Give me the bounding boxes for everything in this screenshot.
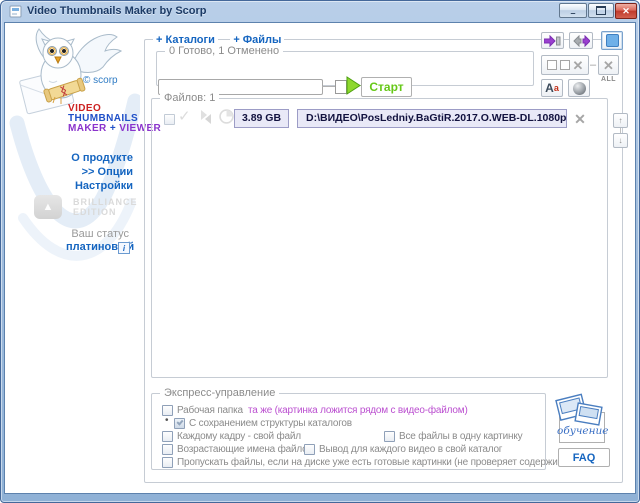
skip-existing-checkbox[interactable] <box>162 457 173 468</box>
font-settings-button[interactable]: Aa <box>541 79 563 97</box>
output-per-video-label: Вывод для каждого видео в свой каталог <box>319 444 502 456</box>
exchange-list-button[interactable] <box>569 32 593 49</box>
app-icon <box>9 5 22 18</box>
window-title: Video Thumbnails Maker by Scorp <box>27 5 207 17</box>
move-up-button[interactable]: ↑ <box>613 113 628 128</box>
close-button[interactable]: ✕ <box>615 3 637 19</box>
file-path-field[interactable]: D:\ВИДЕО\PosLedniy.BaGtiR.2017.O.WEB-DL.… <box>297 109 567 128</box>
globe-icon <box>573 82 586 95</box>
keep-structure-checkbox[interactable] <box>174 418 185 429</box>
sidebar-item-options[interactable]: >> Опции <box>41 166 133 178</box>
keep-structure-label: С сохранением структуры каталогов <box>189 418 352 430</box>
blue-square-icon <box>606 34 619 47</box>
clear-selection-button[interactable]: ✕ <box>541 55 589 75</box>
working-folder-label: Рабочая папка <box>177 405 243 417</box>
files-group: Файлов: 1 <box>151 98 608 378</box>
increasing-names-label: Возрастающие имена файлов <box>177 444 313 456</box>
express-group-title: Экспресс-управление <box>160 387 279 400</box>
training-label[interactable]: обучение <box>557 425 605 437</box>
brand-maker: MAKER <box>68 123 107 134</box>
skip-existing-label: Пропускать файлы, если на диске уже есть… <box>177 457 578 469</box>
maximize-icon <box>596 6 606 15</box>
edition-line1: BRILLIANCE <box>73 197 138 207</box>
import-list-button[interactable] <box>541 32 564 49</box>
triangle-icon: ▲ <box>43 201 54 213</box>
file-size-field: 3.89 GB <box>234 109 289 128</box>
info-icon[interactable]: i <box>118 242 130 254</box>
file-checkbox[interactable] <box>164 114 175 125</box>
connector-line <box>322 86 335 87</box>
square-icon <box>547 60 557 70</box>
bullet-icon: • <box>165 415 169 426</box>
progress-group-title: 0 Готово, 1 Отменено <box>165 45 283 58</box>
move-down-button[interactable]: ↓ <box>613 133 628 148</box>
down-arrow-icon: ↓ <box>619 136 623 145</box>
minimize-icon: – <box>570 8 575 18</box>
frame-per-file-label: Каждому кадру - свой файл <box>177 431 301 443</box>
start-button[interactable]: Старт <box>361 77 412 97</box>
select-all-thumbs-button[interactable] <box>601 31 623 50</box>
cross-icon: ✕ <box>603 59 614 72</box>
font-icon-a: a <box>554 83 559 93</box>
cross-icon: ✕ <box>573 59 584 72</box>
brand-plus: + <box>110 123 116 134</box>
minimize-button[interactable]: – <box>559 3 587 18</box>
play-icon <box>346 76 362 95</box>
edition-line2: EDITION <box>73 207 117 217</box>
arrow-into-box-icon <box>544 35 561 47</box>
output-per-video-checkbox[interactable] <box>304 444 315 455</box>
preview-disc-icon <box>219 109 234 124</box>
remove-file-button[interactable]: ✕ <box>572 110 588 127</box>
all-in-one-checkbox[interactable] <box>384 431 395 442</box>
all-in-one-label: Все файлы в одну картинку <box>399 431 522 443</box>
edition-logo-icon: ▲ <box>34 195 62 219</box>
done-check-icon: ✓ <box>178 107 191 125</box>
maximize-button[interactable] <box>588 3 614 18</box>
app-window: Video Thumbnails Maker by Scorp – ✕ <box>0 0 640 503</box>
sidebar-item-about[interactable]: О продукте <box>41 152 133 164</box>
close-icon: ✕ <box>622 6 630 17</box>
copyright-text: © scorp <box>83 75 118 86</box>
swap-arrows-icon <box>572 35 590 47</box>
files-group-title: Файлов: 1 <box>160 92 219 105</box>
up-arrow-icon: ↑ <box>619 116 623 125</box>
font-icon-A: A <box>545 81 554 95</box>
clear-all-button[interactable]: ✕ <box>598 55 619 75</box>
frame-per-file-checkbox[interactable] <box>162 431 173 442</box>
status-label: Ваш статус <box>51 228 129 240</box>
dash-separator: – <box>590 59 596 71</box>
sidebar-item-settings[interactable]: Настройки <box>41 180 133 192</box>
web-settings-button[interactable] <box>568 79 590 97</box>
sidebar: © scorp VIDEO THUMBNAILS MAKER + VIEWER … <box>5 23 141 492</box>
increasing-names-checkbox[interactable] <box>162 444 173 455</box>
all-label: ALL <box>598 76 619 83</box>
reprocess-icon <box>198 110 214 124</box>
photos-icon <box>552 391 604 427</box>
working-folder-note[interactable]: та же (картинка ложится рядом с видео-фа… <box>248 405 468 417</box>
faq-button[interactable]: FAQ <box>558 448 610 467</box>
cross-icon: ✕ <box>574 112 586 126</box>
square-icon <box>560 60 570 70</box>
titlebar: Video Thumbnails Maker by Scorp – ✕ <box>1 1 639 22</box>
